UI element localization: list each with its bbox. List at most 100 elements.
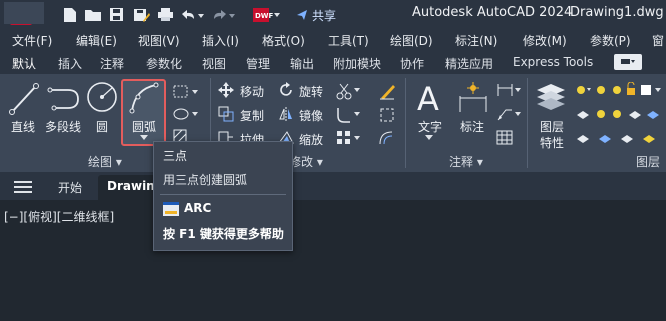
arc-label[interactable]: 圆弧	[132, 118, 156, 135]
menu-tools[interactable]: 工具(T)	[328, 32, 369, 49]
annotation-panel-title[interactable]: 注释 ▾	[449, 153, 483, 170]
document-title: Drawing1.dwg	[570, 5, 664, 20]
tooltip-help-hint: 按 F1 键获得更多帮助	[163, 227, 284, 241]
offset-tool[interactable]	[378, 130, 396, 146]
svg-text:A: A	[417, 80, 439, 116]
menu-draw[interactable]: 绘图(D)	[390, 32, 433, 49]
explode-icon	[380, 108, 394, 122]
chevron-down-icon[interactable]	[140, 135, 148, 141]
save-as-icon[interactable]	[132, 6, 150, 23]
rectangle-tool[interactable]	[172, 84, 200, 100]
redo-icon[interactable]	[212, 6, 236, 23]
start-tab[interactable]: 开始	[58, 179, 82, 196]
draw-panel-title[interactable]: 绘图 ▾	[88, 153, 122, 170]
copy-button[interactable]: 复制	[240, 107, 264, 124]
tab-output[interactable]: 输出	[290, 55, 314, 72]
table-tool[interactable]	[496, 130, 514, 146]
ellipse-tool[interactable]	[172, 106, 200, 122]
rectangle-icon	[173, 85, 198, 98]
line-button[interactable]	[7, 82, 41, 116]
tooltip-divider	[160, 194, 286, 195]
circle-label[interactable]: 圆	[96, 118, 108, 135]
menu-modify[interactable]: 修改(M)	[523, 32, 567, 49]
rotate-button[interactable]: 旋转	[299, 83, 323, 100]
trim-tool[interactable]	[336, 82, 362, 100]
arc-icon	[127, 81, 161, 115]
explode-tool[interactable]	[378, 106, 396, 124]
app-title: Autodesk AutoCAD 2024	[412, 5, 573, 20]
circle-button[interactable]	[86, 80, 120, 114]
tab-parametric[interactable]: 参数化	[146, 55, 182, 72]
panel-divider	[527, 78, 528, 168]
layer-properties-label-line1[interactable]: 图层	[540, 118, 564, 135]
chevron-down-icon[interactable]	[425, 135, 433, 141]
array-tool[interactable]	[336, 130, 362, 146]
menu-file[interactable]: 文件(F)	[12, 32, 52, 49]
tab-addins[interactable]: 附加模块	[333, 55, 381, 72]
move-button[interactable]: 移动	[240, 83, 264, 100]
tab-manage[interactable]: 管理	[246, 55, 270, 72]
copy-icon	[218, 106, 234, 122]
menu-parametric[interactable]: 参数(P)	[590, 32, 631, 49]
tab-collaborate[interactable]: 协作	[400, 55, 424, 72]
linear-dimension-icon	[497, 84, 521, 96]
polyline-button[interactable]	[46, 84, 82, 114]
menu-window[interactable]: 窗	[652, 32, 664, 49]
save-icon[interactable]	[108, 6, 124, 23]
dimension-tool[interactable]	[456, 82, 490, 116]
array-icon	[337, 131, 360, 144]
menu-view[interactable]: 视图(V)	[138, 32, 180, 49]
viewport-controls[interactable]: [−][俯视][二维线框]	[4, 208, 114, 225]
linear-dim-tool[interactable]	[496, 82, 522, 98]
menu-format[interactable]: 格式(O)	[262, 32, 305, 49]
open-icon[interactable]	[84, 6, 102, 23]
eraser-icon	[380, 85, 395, 100]
new-icon[interactable]	[62, 6, 78, 23]
tab-view[interactable]: 视图	[202, 55, 226, 72]
layer-state-icons	[577, 81, 661, 95]
fillet-tool[interactable]	[336, 106, 362, 124]
menu-insert[interactable]: 插入(I)	[202, 32, 239, 49]
tab-home[interactable]: 默认	[12, 55, 36, 72]
text-label[interactable]: 文字	[418, 118, 442, 135]
tab-express-tools[interactable]: Express Tools	[513, 55, 593, 69]
tab-featured-apps[interactable]: 精选应用	[445, 55, 493, 72]
line-label[interactable]: 直线	[11, 118, 35, 135]
panel-divider	[405, 78, 406, 168]
ellipse-icon	[173, 108, 198, 120]
share-icon[interactable]	[295, 6, 309, 23]
menu-dimension[interactable]: 标注(N)	[455, 32, 497, 49]
layer-properties-label-line2[interactable]: 特性	[540, 134, 564, 151]
layer-state-controls[interactable]	[575, 81, 665, 98]
text-icon: A	[417, 80, 439, 118]
tab-annotate[interactable]: 注释	[100, 55, 124, 72]
offset-icon	[379, 131, 393, 145]
mirror-button[interactable]: 镜像	[299, 107, 323, 124]
leader-icon	[497, 109, 521, 121]
erase-tool[interactable]	[378, 82, 396, 100]
layer-tools-row-2[interactable]	[575, 130, 665, 146]
dimension-label[interactable]: 标注	[460, 118, 484, 135]
polyline-label[interactable]: 多段线	[45, 118, 81, 135]
circle-icon	[87, 82, 117, 112]
leader-tool[interactable]	[496, 106, 522, 122]
plot-icon[interactable]	[156, 6, 174, 23]
dwf-icon[interactable]: DWF	[252, 6, 282, 23]
text-tool[interactable]: A	[414, 80, 446, 118]
hamburger-menu-icon[interactable]	[14, 181, 32, 193]
layers-panel-title[interactable]: 图层	[636, 153, 660, 170]
share-label[interactable]: 共享	[312, 7, 336, 24]
undo-icon[interactable]	[180, 6, 204, 23]
command-line-icon	[163, 202, 179, 216]
tab-insert[interactable]: 插入	[58, 55, 82, 72]
layer-tools-row[interactable]	[575, 106, 665, 122]
layer-properties-tool[interactable]	[535, 80, 567, 114]
tooltip-title: 三点	[163, 149, 188, 163]
modify-panel-title[interactable]: 修改 ▾	[289, 153, 323, 170]
tooltip-command-name: ARC	[184, 201, 212, 215]
scale-button[interactable]: 缩放	[299, 131, 323, 148]
menu-edit[interactable]: 编辑(E)	[76, 32, 117, 49]
scissors-icon	[336, 83, 360, 100]
svg-text:DWF: DWF	[255, 12, 274, 20]
ribbon-minimize-toggle[interactable]	[614, 54, 642, 70]
